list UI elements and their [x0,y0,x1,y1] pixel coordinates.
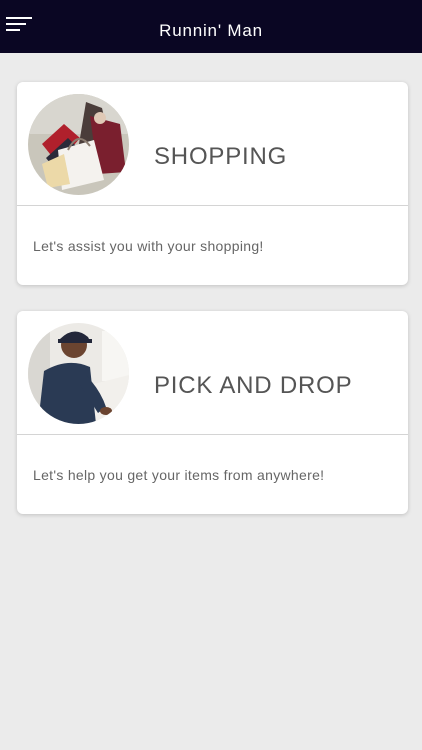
service-card-pick-and-drop[interactable]: PICK AND DROP Let's help you get your it… [17,311,408,514]
card-title: SHOPPING [154,143,288,170]
shopping-bags-photo [28,94,129,195]
app-title: Runnin' Man [159,21,263,40]
card-header: PICK AND DROP [17,311,408,435]
card-header: SHOPPING [17,82,408,206]
app-bar: Runnin' Man [0,0,422,53]
card-description: Let's assist you with your shopping! [33,238,264,254]
card-description: Let's help you get your items from anywh… [33,467,325,483]
service-card-shopping[interactable]: SHOPPING Let's assist you with your shop… [17,82,408,285]
card-title: PICK AND DROP [154,372,353,399]
delivery-man-photo [28,323,129,424]
